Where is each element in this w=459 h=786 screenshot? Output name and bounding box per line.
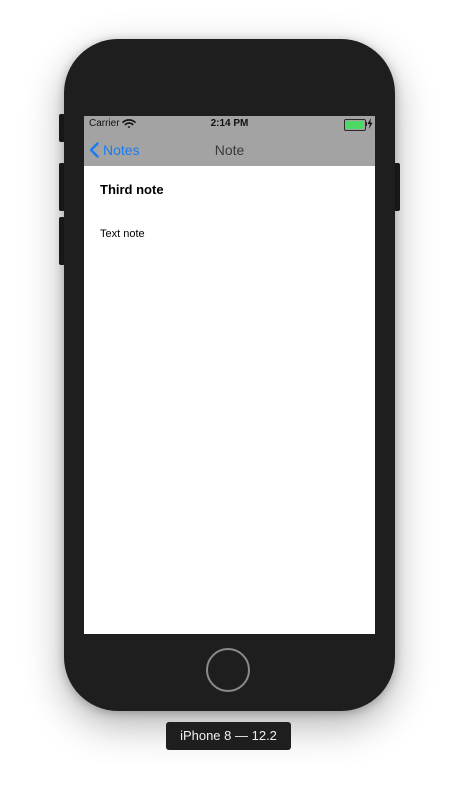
battery-body [344, 119, 366, 131]
note-body: Text note [100, 228, 145, 240]
battery-charging-icon [344, 118, 373, 131]
device-label: iPhone 8 — 12.2 [166, 722, 291, 750]
navigation-bar: Notes Note [84, 133, 375, 166]
battery-level-fill [346, 121, 364, 129]
home-button-icon[interactable] [206, 648, 250, 692]
top-bar: Carrier 2:14 PM Notes Note [84, 116, 375, 166]
nav-title: Note [214, 142, 245, 158]
status-time: 2:14 PM [210, 118, 249, 129]
device-screen: Carrier 2:14 PM Notes Note Third note Te… [84, 116, 375, 634]
status-bar: Carrier 2:14 PM [84, 116, 375, 133]
charging-bolt-icon [367, 118, 373, 129]
note-title: Third note [100, 182, 164, 197]
